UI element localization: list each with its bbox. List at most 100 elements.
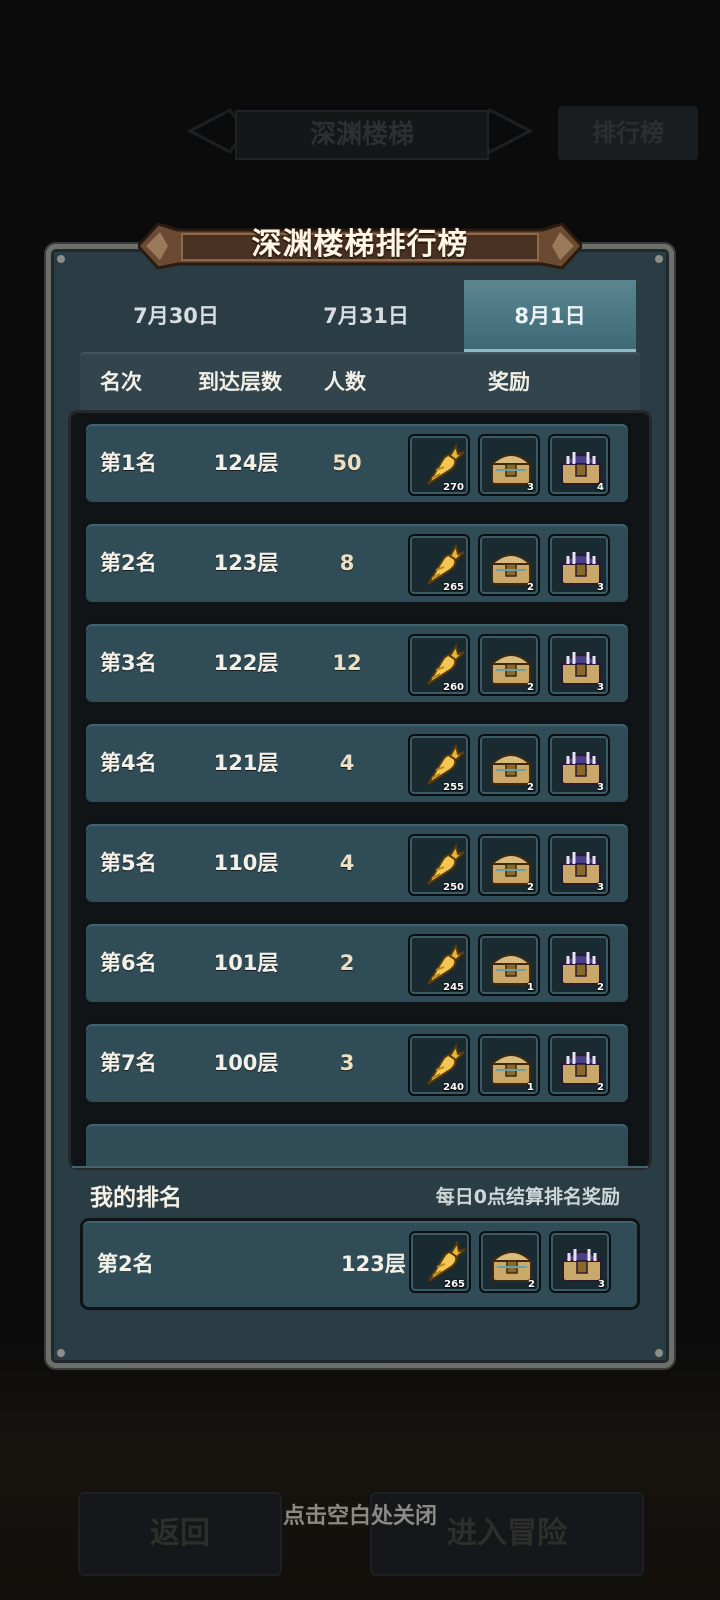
floor-value: 110层 bbox=[213, 851, 279, 875]
gold-chest-reward[interactable]: 3 bbox=[478, 434, 540, 496]
reward-quantity: 2 bbox=[527, 682, 534, 693]
floor-value: 123层 bbox=[213, 551, 279, 575]
column-rank: 名次 bbox=[100, 370, 142, 394]
gold-chest-reward[interactable]: 2 bbox=[478, 534, 540, 596]
close-hint[interactable]: 点击空白处关闭 bbox=[0, 1498, 720, 1530]
tab-aug-1[interactable]: 8月1日 bbox=[464, 280, 636, 352]
player-count: 8 bbox=[339, 551, 355, 575]
floor-value: 122层 bbox=[213, 651, 279, 675]
tab-jul-31[interactable]: 7月31日 bbox=[286, 280, 446, 352]
rank-row: 第2名 123层 8 265 2 3 bbox=[83, 521, 631, 605]
purple-chest-reward[interactable]: 4 bbox=[548, 434, 610, 496]
golden-carrot-reward[interactable]: 250 bbox=[408, 834, 470, 896]
reward-quantity: 265 bbox=[444, 1279, 465, 1290]
ranking-list[interactable]: 第1名 124层 50 270 3 4 第2名 123层 8 265 2 3 第3名 122层 12 260 2… bbox=[68, 410, 652, 1170]
rank-row: 第5名 110层 4 250 2 3 bbox=[83, 821, 631, 905]
rank-row: 第6名 101层 2 245 1 2 bbox=[83, 921, 631, 1005]
rank-value: 第2名 bbox=[100, 551, 157, 575]
rank-value: 第7名 bbox=[100, 1051, 157, 1075]
purple-chest-reward[interactable]: 3 bbox=[548, 734, 610, 796]
floor-value: 121层 bbox=[213, 751, 279, 775]
reward-quantity: 240 bbox=[443, 1082, 464, 1093]
rank-value: 第4名 bbox=[100, 751, 157, 775]
reward-quantity: 3 bbox=[597, 582, 604, 593]
purple-chest-reward[interactable]: 2 bbox=[548, 1034, 610, 1096]
reward-quantity: 245 bbox=[443, 982, 464, 993]
rank-row: 第3名 122层 12 260 2 3 bbox=[83, 621, 631, 705]
column-reward: 奖励 bbox=[488, 370, 530, 394]
reward-quantity: 3 bbox=[597, 882, 604, 893]
golden-carrot-reward[interactable]: 265 bbox=[408, 534, 470, 596]
gold-chest-reward[interactable]: 2 bbox=[478, 734, 540, 796]
floor-value: 124层 bbox=[213, 451, 279, 475]
reward-quantity: 2 bbox=[527, 582, 534, 593]
reward-quantity: 2 bbox=[528, 1279, 535, 1290]
reward-quantity: 265 bbox=[443, 582, 464, 593]
reward-quantity: 270 bbox=[443, 482, 464, 493]
column-count: 人数 bbox=[324, 370, 366, 394]
gold-chest-reward[interactable]: 2 bbox=[478, 834, 540, 896]
corner-rivet bbox=[655, 255, 663, 263]
purple-chest-reward[interactable]: 3 bbox=[548, 834, 610, 896]
purple-chest-reward[interactable]: 3 bbox=[549, 1231, 611, 1293]
player-count: 50 bbox=[332, 451, 362, 475]
gold-chest-reward[interactable]: 1 bbox=[478, 934, 540, 996]
reward-quantity: 3 bbox=[527, 482, 534, 493]
my-rank-value: 第2名 bbox=[97, 1252, 154, 1276]
rank-value: 第1名 bbox=[100, 451, 157, 475]
golden-carrot-reward[interactable]: 260 bbox=[408, 634, 470, 696]
golden-carrot-reward[interactable]: 255 bbox=[408, 734, 470, 796]
column-floor: 到达层数 bbox=[198, 370, 282, 394]
rank-row: 第1名 124层 50 270 3 4 bbox=[83, 421, 631, 505]
corner-rivet bbox=[57, 255, 65, 263]
player-count: 4 bbox=[339, 851, 355, 875]
reward-quantity: 4 bbox=[597, 482, 604, 493]
corner-rivet bbox=[57, 1349, 65, 1357]
purple-chest-reward[interactable]: 3 bbox=[548, 634, 610, 696]
my-floor-value: 123层 bbox=[341, 1252, 406, 1276]
divider bbox=[72, 1166, 648, 1168]
background-title: 深渊楼梯 bbox=[235, 110, 489, 160]
reward-quantity: 250 bbox=[443, 882, 464, 893]
reward-quantity: 1 bbox=[527, 982, 534, 993]
rank-value: 第6名 bbox=[100, 951, 157, 975]
purple-chest-reward[interactable]: 2 bbox=[548, 934, 610, 996]
rank-value: 第3名 bbox=[100, 651, 157, 675]
floor-value: 101层 bbox=[213, 951, 279, 975]
floor-value: 100层 bbox=[213, 1051, 279, 1075]
gold-chest-reward[interactable]: 2 bbox=[479, 1231, 541, 1293]
settlement-note: 每日0点结算排名奖励 bbox=[435, 1186, 620, 1208]
player-count: 4 bbox=[339, 751, 355, 775]
gold-chest-reward[interactable]: 2 bbox=[478, 634, 540, 696]
rank-row: 第7名 100层 3 240 1 2 bbox=[83, 1021, 631, 1105]
date-tabs: 7月30日 7月31日 8月1日 bbox=[96, 280, 640, 352]
my-rank-title: 我的排名 bbox=[90, 1185, 182, 1211]
player-count: 12 bbox=[332, 651, 362, 675]
player-count: 3 bbox=[339, 1051, 355, 1075]
reward-quantity: 255 bbox=[443, 782, 464, 793]
golden-carrot-reward[interactable]: 245 bbox=[408, 934, 470, 996]
rank-value: 第5名 bbox=[100, 851, 157, 875]
reward-quantity: 3 bbox=[598, 1279, 605, 1290]
reward-quantity: 260 bbox=[443, 682, 464, 693]
golden-carrot-reward[interactable]: 240 bbox=[408, 1034, 470, 1096]
tab-jul-30[interactable]: 7月30日 bbox=[96, 280, 256, 352]
dialog-title: 深渊楼梯排行榜 bbox=[251, 227, 469, 262]
column-header: 名次 到达层数 人数 奖励 bbox=[80, 352, 640, 410]
golden-carrot-reward[interactable]: 265 bbox=[409, 1231, 471, 1293]
reward-quantity: 2 bbox=[597, 1082, 604, 1093]
reward-quantity: 3 bbox=[597, 682, 604, 693]
golden-carrot-reward[interactable]: 270 bbox=[408, 434, 470, 496]
reward-quantity: 3 bbox=[597, 782, 604, 793]
rank-row: 第4名 121层 4 255 2 3 bbox=[83, 721, 631, 805]
corner-rivet bbox=[655, 1349, 663, 1357]
gold-chest-reward[interactable]: 1 bbox=[478, 1034, 540, 1096]
rank-row-partial bbox=[83, 1121, 631, 1167]
reward-quantity: 2 bbox=[527, 882, 534, 893]
purple-chest-reward[interactable]: 3 bbox=[548, 534, 610, 596]
my-rank-row: 第2名 123层 265 2 3 bbox=[80, 1218, 640, 1310]
player-count: 2 bbox=[339, 951, 355, 975]
reward-quantity: 1 bbox=[527, 1082, 534, 1093]
reward-quantity: 2 bbox=[597, 982, 604, 993]
reward-quantity: 2 bbox=[527, 782, 534, 793]
